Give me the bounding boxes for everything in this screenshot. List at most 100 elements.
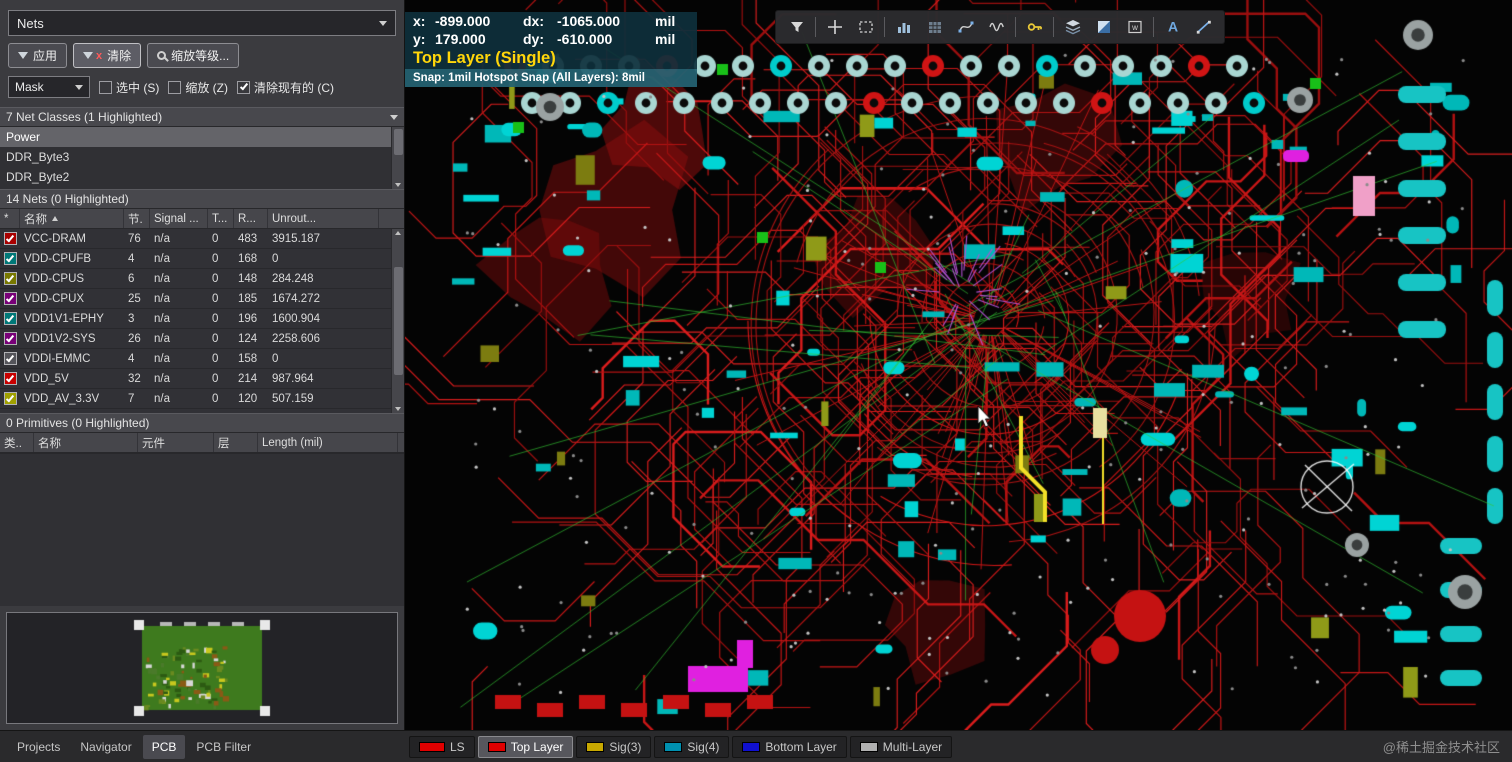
net-routed: 158 [238, 352, 258, 365]
net-color-checkbox[interactable] [3, 372, 17, 385]
mask-dropdown[interactable]: Mask [8, 76, 90, 98]
layer-tab-ls[interactable]: LS [409, 735, 475, 758]
net-color-checkbox[interactable] [3, 332, 17, 345]
net-classes-header[interactable]: 7 Net Classes (1 Highlighted) [0, 107, 404, 127]
grid-pattern-icon[interactable] [919, 13, 950, 41]
net-checkbox-cell [0, 352, 20, 365]
net-class-item[interactable]: Power [0, 127, 404, 147]
scroll-up-icon[interactable] [395, 231, 401, 235]
primitives-column-header[interactable]: 名称 [34, 433, 138, 452]
nets-column-header[interactable]: T... [208, 209, 234, 228]
svg-text:A: A [1167, 19, 1177, 35]
net-name: VDD1V2-SYS [24, 332, 96, 345]
primitives-column-header[interactable]: 层 [214, 433, 258, 452]
scrollbar-thumb[interactable] [393, 129, 403, 155]
layer-color-swatch [586, 741, 605, 752]
key-icon[interactable] [1019, 13, 1050, 41]
net-unrouted: 2258.606 [272, 332, 320, 345]
net-t: 0 [212, 352, 219, 365]
filter-icon [18, 52, 28, 59]
net-color-checkbox[interactable] [3, 292, 17, 305]
watermark: @稀土掘金技术社区 [1382, 740, 1500, 755]
net-row[interactable]: VDD1V1-EPHY 3 n/a 0 196 1600.904 [0, 309, 404, 329]
pcb-editor-canvas[interactable] [405, 0, 1512, 730]
net-class-item[interactable]: DDR_Byte3 [0, 147, 404, 167]
chevron-down-icon [390, 114, 398, 120]
panel-tab-projects[interactable]: Projects [8, 735, 69, 759]
nets-column-header[interactable]: 名称 [20, 209, 124, 228]
text-tool-icon[interactable]: A [1157, 13, 1188, 41]
layer-tab-sig-3-[interactable]: Sig(3) [576, 735, 652, 758]
layer-stack-icon[interactable] [1057, 13, 1088, 41]
bezier-curve-icon[interactable] [950, 13, 981, 41]
layer-tab-label: LS [450, 739, 465, 754]
waveform-icon[interactable] [981, 13, 1012, 41]
apply-button[interactable]: 应用 [8, 43, 68, 68]
line-tool-icon[interactable] [1188, 13, 1219, 41]
nets-scrollbar[interactable] [391, 229, 404, 413]
scroll-down-icon[interactable] [395, 407, 401, 411]
zoom-checkbox[interactable]: 缩放 (Z) [168, 79, 228, 96]
net-routed: 185 [238, 292, 258, 305]
crosshair-icon[interactable] [819, 13, 850, 41]
clear-button[interactable]: x 清除 [73, 43, 142, 68]
primitives-column-header[interactable]: 类.. [0, 433, 34, 452]
net-color-checkbox[interactable] [3, 272, 17, 285]
clear-existing-checkbox[interactable]: 清除现有的 (C) [237, 79, 334, 96]
contrast-square-icon[interactable] [1088, 13, 1119, 41]
histogram-icon[interactable] [888, 13, 919, 41]
polygon-w-icon[interactable]: w [1119, 13, 1150, 41]
hud-y-row: y: 179.000 dy: -610.000 mil [405, 30, 697, 48]
net-checkbox-cell [0, 292, 20, 305]
primitives-column-header[interactable]: 元件 [138, 433, 214, 452]
net-checkbox-cell [0, 312, 20, 325]
checkmark-icon [5, 333, 15, 342]
layer-tab-sig-4-[interactable]: Sig(4) [654, 735, 730, 758]
panel-tab-pcb[interactable]: PCB [142, 734, 186, 759]
layer-tab-multi-layer[interactable]: Multi-Layer [849, 735, 953, 758]
net-name: VDD-CPUX [24, 292, 85, 305]
net-color-checkbox[interactable] [3, 232, 17, 245]
net-row[interactable]: VDD-CPUX 25 n/a 0 185 1674.272 [0, 289, 404, 309]
nets-column-header[interactable]: * [0, 209, 20, 228]
net-row[interactable]: VCC-DRAM 76 n/a 0 483 3915.187 [0, 229, 404, 249]
nets-column-header[interactable]: R... [234, 209, 268, 228]
nets-column-header[interactable]: Signal ... [150, 209, 208, 228]
scrollbar-thumb[interactable] [393, 267, 403, 375]
panel-tab-navigator[interactable]: Navigator [71, 735, 140, 759]
scroll-down-icon[interactable] [395, 183, 401, 187]
net-row[interactable]: VDD1V2-SYS 26 n/a 0 124 2258.606 [0, 329, 404, 349]
nets-column-header[interactable]: 节. [124, 209, 150, 228]
net-color-checkbox[interactable] [3, 392, 17, 405]
panel-tab-pcb-filter[interactable]: PCB Filter [187, 735, 260, 759]
net-routed: 483 [238, 232, 258, 245]
panel-mode-value: Nets [17, 15, 44, 31]
panel-mode-dropdown[interactable]: Nets [8, 10, 396, 36]
net-color-checkbox[interactable] [3, 352, 17, 365]
board-preview-thumbnail[interactable] [126, 616, 278, 720]
zoom-level-button[interactable]: 缩放等级... [147, 43, 240, 68]
net-class-scrollbar[interactable] [391, 127, 404, 189]
net-unrouted: 0 [272, 352, 279, 365]
net-row[interactable]: VDD_AV_3.3V 7 n/a 0 120 507.159 [0, 389, 404, 409]
net-class-item[interactable]: DDR_Byte2 [0, 167, 404, 187]
marquee-select-icon[interactable] [850, 13, 881, 41]
primitives-column-header[interactable]: Length (mil) [258, 433, 398, 452]
net-row[interactable]: VDD-CPUS 6 n/a 0 148 284.248 [0, 269, 404, 289]
net-unrouted: 3915.187 [272, 232, 320, 245]
net-name: VDD-CPUFB [24, 252, 92, 265]
net-node-count: 32 [128, 372, 141, 385]
magnifier-icon [157, 51, 167, 60]
net-t: 0 [212, 292, 219, 305]
select-checkbox[interactable]: 选中 (S) [99, 79, 159, 96]
checkmark-icon [5, 313, 15, 322]
net-row[interactable]: VDD_5V 32 n/a 0 214 987.964 [0, 369, 404, 389]
net-row[interactable]: VDDI-EMMC 4 n/a 0 158 0 [0, 349, 404, 369]
net-color-checkbox[interactable] [3, 312, 17, 325]
layer-tab-top-layer[interactable]: Top Layer [477, 735, 574, 758]
net-color-checkbox[interactable] [3, 252, 17, 265]
filter-icon[interactable] [781, 13, 812, 41]
layer-tab-bottom-layer[interactable]: Bottom Layer [732, 735, 847, 758]
nets-column-header[interactable]: Unrout... [268, 209, 379, 228]
net-row[interactable]: VDD-CPUFB 4 n/a 0 168 0 [0, 249, 404, 269]
